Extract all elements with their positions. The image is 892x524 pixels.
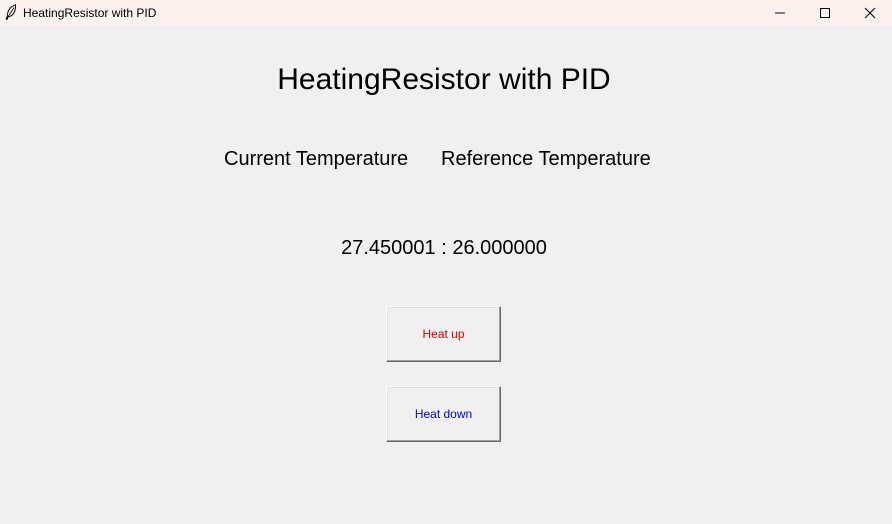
reference-temperature-label: Reference Temperature — [441, 148, 651, 170]
feather-icon — [5, 4, 17, 20]
maximize-icon — [820, 8, 830, 18]
minimize-icon — [775, 12, 785, 14]
temperature-readout: 27.450001 : 26.000000 — [341, 237, 547, 259]
heat-up-button[interactable]: Heat up — [386, 306, 501, 362]
close-button[interactable] — [847, 0, 892, 26]
title-bar[interactable]: HeatingResistor with PID — [0, 0, 892, 26]
heat-down-button[interactable]: Heat down — [386, 386, 501, 442]
page-title: HeatingResistor with PID — [277, 63, 611, 96]
current-temperature-label: Current Temperature — [224, 148, 409, 170]
close-icon — [864, 7, 876, 19]
minimize-button[interactable] — [757, 0, 803, 26]
maximize-button[interactable] — [802, 0, 848, 26]
window-title: HeatingResistor with PID — [23, 6, 157, 20]
main-panel: HeatingResistor with PID Current Tempera… — [0, 26, 892, 524]
